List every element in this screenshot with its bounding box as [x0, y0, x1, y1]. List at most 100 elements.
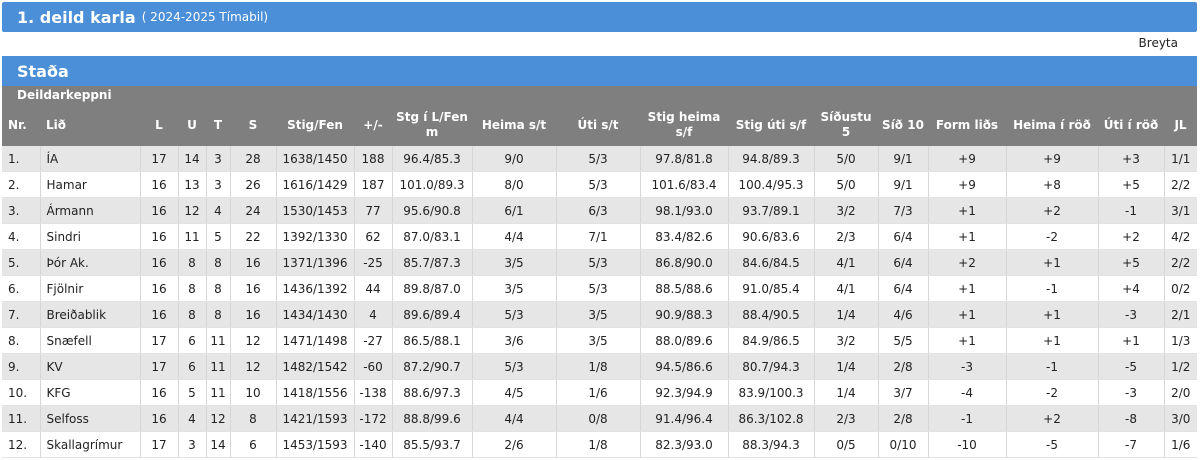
team-name[interactable]: Ármann — [40, 197, 141, 224]
column-header[interactable]: Stg í L/Fen m — [392, 104, 472, 146]
table-cell: -3 — [1098, 379, 1165, 406]
table-cell: -3 — [928, 353, 1007, 380]
column-header[interactable]: Úti s/t — [556, 104, 640, 146]
table-cell: 17 — [140, 327, 179, 354]
table-cell: 88.5/88.6 — [640, 275, 729, 302]
table-cell: 88.6/97.3 — [392, 379, 473, 406]
table-row[interactable]: 12. Skallagrímur 17 3 14 6 1453/1593 -140 85.5/9… — [2, 431, 1197, 458]
table-cell: 11. — [2, 405, 41, 432]
table-cell: -140 — [354, 431, 393, 458]
column-header[interactable]: Form liðs — [928, 104, 1006, 146]
table-cell: 4/4 — [472, 405, 557, 432]
table-row[interactable]: 5. Þór Ak. 16 8 8 16 1371/1396 -25 85.7/87.3 3/5 5… — [2, 249, 1197, 276]
table-cell: 5/3 — [556, 249, 641, 276]
table-cell: 86.5/88.1 — [392, 327, 473, 354]
column-header[interactable]: Stig/Fen — [276, 104, 354, 146]
team-name[interactable]: Skallagrímur — [40, 431, 141, 458]
table-cell: 86.8/90.0 — [640, 249, 729, 276]
table-cell: 8 — [206, 249, 231, 276]
column-header[interactable]: Stig heima s/f — [640, 104, 728, 146]
column-header[interactable]: U — [178, 104, 206, 146]
column-header[interactable]: S — [230, 104, 276, 146]
table-row[interactable]: 4. Sindri 16 11 5 22 1392/1330 62 87.0/83.1 4/4 7/… — [2, 223, 1197, 250]
column-header[interactable]: Heima s/t — [472, 104, 556, 146]
table-cell: +8 — [1006, 171, 1099, 198]
table-cell: 0/5 — [814, 431, 879, 458]
table-cell: 1/2 — [1164, 353, 1197, 380]
standings-section-title: Staða — [2, 56, 1197, 86]
table-cell: 4/2 — [1164, 223, 1197, 250]
table-cell: 8 — [206, 301, 231, 328]
table-row[interactable]: 8. Snæfell 17 6 11 12 1471/1498 -27 86.5/88.1 3/6… — [2, 327, 1197, 354]
table-cell: 91.0/85.4 — [728, 275, 815, 302]
table-cell: 2/3 — [814, 405, 879, 432]
column-header[interactable]: Heima í röð — [1006, 104, 1098, 146]
table-cell: 1/1 — [1164, 146, 1197, 172]
column-header[interactable]: Nr. — [2, 104, 40, 146]
column-header[interactable]: Stig úti s/f — [728, 104, 814, 146]
table-cell: 3/5 — [472, 275, 557, 302]
table-row[interactable]: 3. Ármann 16 12 4 24 1530/1453 77 95.6/90.8 6/1 6/… — [2, 197, 1197, 224]
table-cell: -1 — [1006, 275, 1099, 302]
team-name[interactable]: KV — [40, 353, 141, 380]
table-cell: -1 — [928, 405, 1007, 432]
table-cell: 4/4 — [472, 223, 557, 250]
table-cell: 5/0 — [814, 171, 879, 198]
column-header[interactable]: Lið — [40, 104, 140, 146]
table-cell: +2 — [928, 249, 1007, 276]
table-row[interactable]: 6. Fjölnir 16 8 8 16 1436/1392 44 89.8/87.0 3/5 5/… — [2, 275, 1197, 302]
table-row[interactable]: 9. KV 17 6 11 12 1482/1542 -60 87.2/90.7 5/3 1/8 94… — [2, 353, 1197, 380]
table-cell: 8 — [178, 301, 207, 328]
table-cell: 92.3/94.9 — [640, 379, 729, 406]
table-cell: 0/2 — [1164, 275, 1197, 302]
table-cell: 2/1 — [1164, 301, 1197, 328]
column-header[interactable]: Úti í röð — [1098, 104, 1164, 146]
column-header[interactable]: +/- — [354, 104, 392, 146]
table-row[interactable]: 1. ÍA 17 14 3 28 1638/1450 188 96.4/85.3 9/0 5/3 97… — [2, 146, 1197, 172]
table-cell: 5/3 — [556, 275, 641, 302]
team-name[interactable]: Fjölnir — [40, 275, 141, 302]
table-cell: 87.0/83.1 — [392, 223, 473, 250]
team-name[interactable]: Sindri — [40, 223, 141, 250]
column-header[interactable]: Síðustu 5 — [814, 104, 878, 146]
column-header[interactable]: Síð 10 — [878, 104, 928, 146]
table-cell: 10. — [2, 379, 41, 406]
table-row[interactable]: 11. Selfoss 16 4 12 8 1421/1593 -172 88.8/99.6 4/… — [2, 405, 1197, 432]
table-row[interactable]: 2. Hamar 16 13 3 26 1616/1429 187 101.0/89.3 8/0 5… — [2, 171, 1197, 198]
table-cell: 14 — [206, 431, 231, 458]
team-name[interactable]: ÍA — [40, 146, 141, 172]
table-cell: 5 — [178, 379, 207, 406]
table-cell: +2 — [1098, 223, 1165, 250]
table-cell: 10 — [230, 379, 277, 406]
table-cell: +5 — [1098, 171, 1165, 198]
table-cell: 88.4/90.5 — [728, 301, 815, 328]
team-name[interactable]: Snæfell — [40, 327, 141, 354]
team-name[interactable]: KFG — [40, 379, 141, 406]
table-cell: 2/8 — [878, 353, 929, 380]
table-cell: 101.0/89.3 — [392, 171, 473, 198]
table-row[interactable]: 7. Breiðablik 16 8 8 16 1434/1430 4 89.6/89.4 5/3… — [2, 301, 1197, 328]
table-cell: 14 — [178, 146, 207, 172]
team-name[interactable]: Þór Ak. — [40, 249, 141, 276]
table-cell: 85.5/93.7 — [392, 431, 473, 458]
table-cell: 6 — [230, 431, 277, 458]
table-cell: 1436/1392 — [276, 275, 355, 302]
column-header[interactable]: JL — [1164, 104, 1197, 146]
table-cell: 1530/1453 — [276, 197, 355, 224]
table-cell: 4 — [354, 301, 393, 328]
table-cell: -138 — [354, 379, 393, 406]
table-cell: 16 — [140, 171, 179, 198]
column-header[interactable]: L — [140, 104, 178, 146]
table-cell: -1 — [1006, 353, 1099, 380]
column-header[interactable]: T — [206, 104, 230, 146]
table-cell: +3 — [1098, 146, 1165, 172]
team-name[interactable]: Hamar — [40, 171, 141, 198]
table-cell: 12 — [230, 353, 277, 380]
table-row[interactable]: 10. KFG 16 5 11 10 1418/1556 -138 88.6/97.3 4/5 1/… — [2, 379, 1197, 406]
table-cell: 8/0 — [472, 171, 557, 198]
team-name[interactable]: Breiðablik — [40, 301, 141, 328]
team-name[interactable]: Selfoss — [40, 405, 141, 432]
table-cell: 83.4/82.6 — [640, 223, 729, 250]
edit-link[interactable]: Breyta — [1139, 36, 1178, 50]
table-cell: 80.7/94.3 — [728, 353, 815, 380]
